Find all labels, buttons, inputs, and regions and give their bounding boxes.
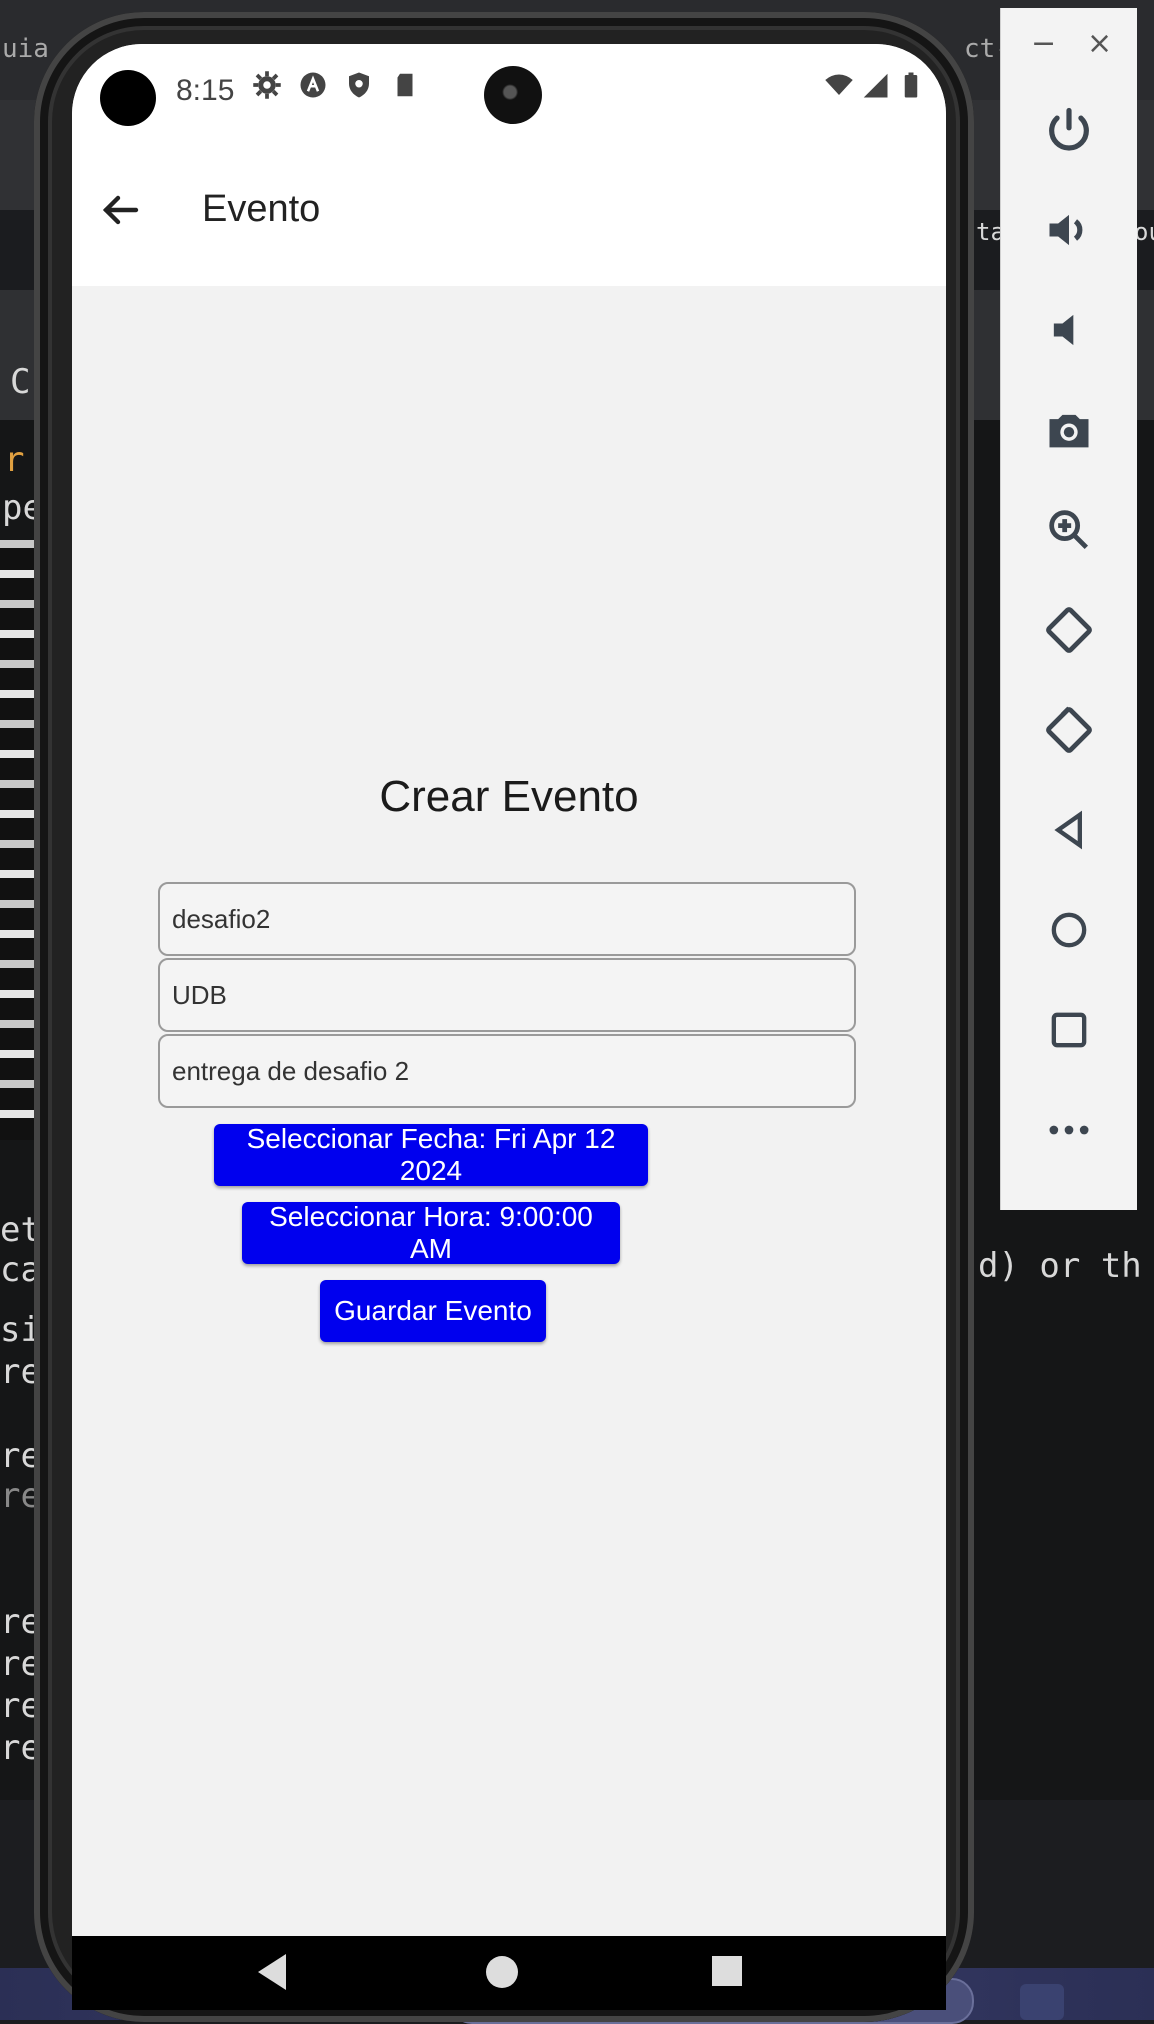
rotate-left-icon[interactable] (1001, 590, 1137, 670)
select-time-button[interactable]: Seleccionar Hora: 9:00:00 AM (242, 1201, 620, 1264)
form-title: Crear Evento (379, 772, 639, 821)
save-event-button[interactable]: Guardar Evento (320, 1280, 546, 1342)
home-icon[interactable] (1001, 890, 1137, 970)
shield-icon (344, 70, 374, 104)
status-bar: 8:15 (72, 44, 946, 136)
volume-up-icon[interactable] (1001, 190, 1137, 270)
minimap-strip (0, 540, 36, 1140)
battery-icon (896, 70, 926, 104)
app-bar: Evento (72, 136, 946, 286)
nav-back-icon[interactable] (258, 1954, 286, 1990)
zoom-icon[interactable] (1001, 490, 1137, 570)
back-icon[interactable] (1001, 790, 1137, 870)
status-time: 8:15 (176, 74, 235, 107)
select-date-button[interactable]: Seleccionar Fecha: Fri Apr 12 2024 (214, 1123, 648, 1186)
camera-icon[interactable] (1001, 390, 1137, 470)
signal-icon (860, 70, 890, 104)
emulator-close-button[interactable]: × (1087, 26, 1112, 61)
app-bar-title: Evento (202, 188, 321, 230)
code-fragment: C (10, 362, 31, 402)
sd-card-icon (390, 70, 420, 104)
overview-icon[interactable] (1001, 990, 1137, 1070)
code-fragment: d) or th (978, 1246, 1142, 1286)
event-description-field[interactable] (158, 1034, 856, 1108)
event-name-field[interactable] (158, 882, 856, 956)
nav-home-icon[interactable] (486, 1956, 518, 1988)
code-fragment: r (4, 440, 25, 480)
settings-icon (252, 70, 282, 104)
phone-screen: 8:15 Evento Crear Evento desafio2 UDB en… (72, 44, 946, 2010)
event-form: Crear Evento Seleccionar Fecha: Fri Apr … (72, 286, 946, 1936)
emulator-toolbar: − × (1000, 8, 1137, 1210)
volume-down-icon[interactable] (1001, 290, 1137, 370)
a-badge-icon (298, 70, 328, 104)
power-icon[interactable] (1001, 90, 1137, 170)
taskbar-app-icon[interactable] (1020, 1984, 1064, 2020)
code-fragment: ou (1134, 218, 1154, 246)
nav-recents-icon[interactable] (712, 1956, 742, 1986)
rotate-right-icon[interactable] (1001, 690, 1137, 770)
code-fragment: uia (2, 34, 49, 64)
arrow-back-icon[interactable] (96, 186, 144, 234)
android-nav-bar (72, 1936, 946, 2010)
emulator-minimize-button[interactable]: − (1031, 26, 1056, 61)
wifi-icon (824, 70, 854, 104)
more-icon[interactable] (1001, 1090, 1137, 1170)
camera-hole (100, 70, 156, 126)
front-camera (484, 66, 542, 124)
event-location-field[interactable] (158, 958, 856, 1032)
